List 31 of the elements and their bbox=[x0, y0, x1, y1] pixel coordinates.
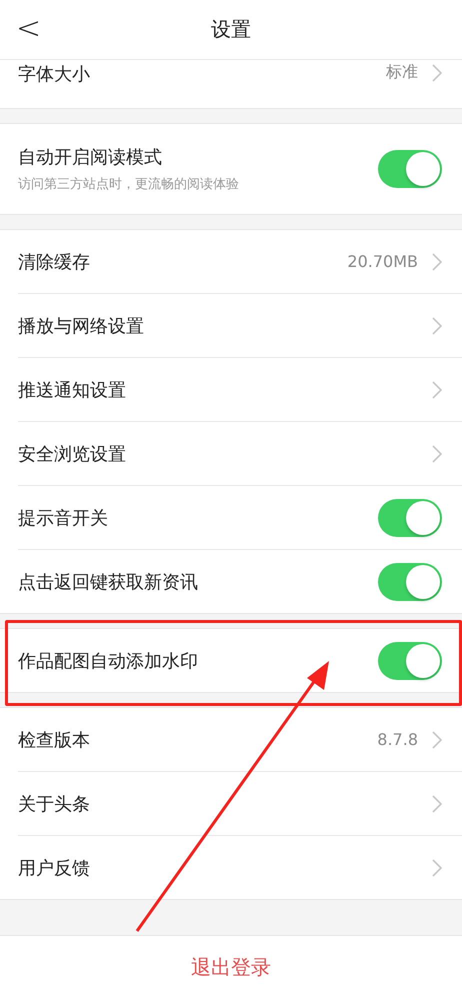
chevron-icon bbox=[432, 794, 442, 812]
setting-label[interactable]: 播放与网络设置 bbox=[18, 314, 144, 338]
chevron-icon bbox=[432, 64, 442, 82]
setting-label[interactable]: 检查版本 bbox=[18, 728, 90, 752]
back-button[interactable]: < bbox=[16, 12, 42, 46]
setting-value: 20.70MB bbox=[347, 252, 418, 271]
setting-label[interactable]: 安全浏览设置 bbox=[18, 442, 126, 466]
setting-label: 点击返回键获取新资讯 bbox=[18, 570, 198, 594]
chevron-icon bbox=[432, 730, 442, 748]
chevron-icon bbox=[432, 316, 442, 334]
setting-description: 访问第三方站点时，更流畅的阅读体验 bbox=[18, 176, 239, 193]
toggle-switch[interactable] bbox=[378, 642, 442, 680]
logout-button[interactable]: 退出登录 bbox=[179, 948, 283, 986]
toggle-switch[interactable] bbox=[378, 562, 442, 600]
toggle-switch[interactable] bbox=[378, 498, 442, 536]
chevron-icon bbox=[432, 380, 442, 398]
chevron-icon bbox=[432, 444, 442, 462]
setting-label[interactable]: 用户反馈 bbox=[18, 856, 90, 880]
setting-label: 作品配图自动添加水印 bbox=[18, 650, 198, 672]
setting-value: 8.7.8 bbox=[377, 730, 418, 749]
chevron-icon bbox=[432, 858, 442, 876]
setting-label[interactable]: 关于头条 bbox=[18, 792, 90, 816]
setting-label: 提示音开关 bbox=[18, 506, 108, 530]
toggle-switch[interactable] bbox=[378, 150, 442, 188]
setting-label: 自动开启阅读模式 bbox=[18, 146, 163, 169]
page-title: 设置 bbox=[211, 16, 251, 43]
setting-label[interactable]: 推送通知设置 bbox=[18, 378, 126, 402]
setting-label[interactable]: 清除缓存 bbox=[18, 250, 90, 274]
chevron-icon bbox=[432, 252, 442, 270]
setting-label[interactable]: 字体大小 bbox=[18, 62, 90, 86]
setting-value: 标准 bbox=[386, 62, 418, 83]
